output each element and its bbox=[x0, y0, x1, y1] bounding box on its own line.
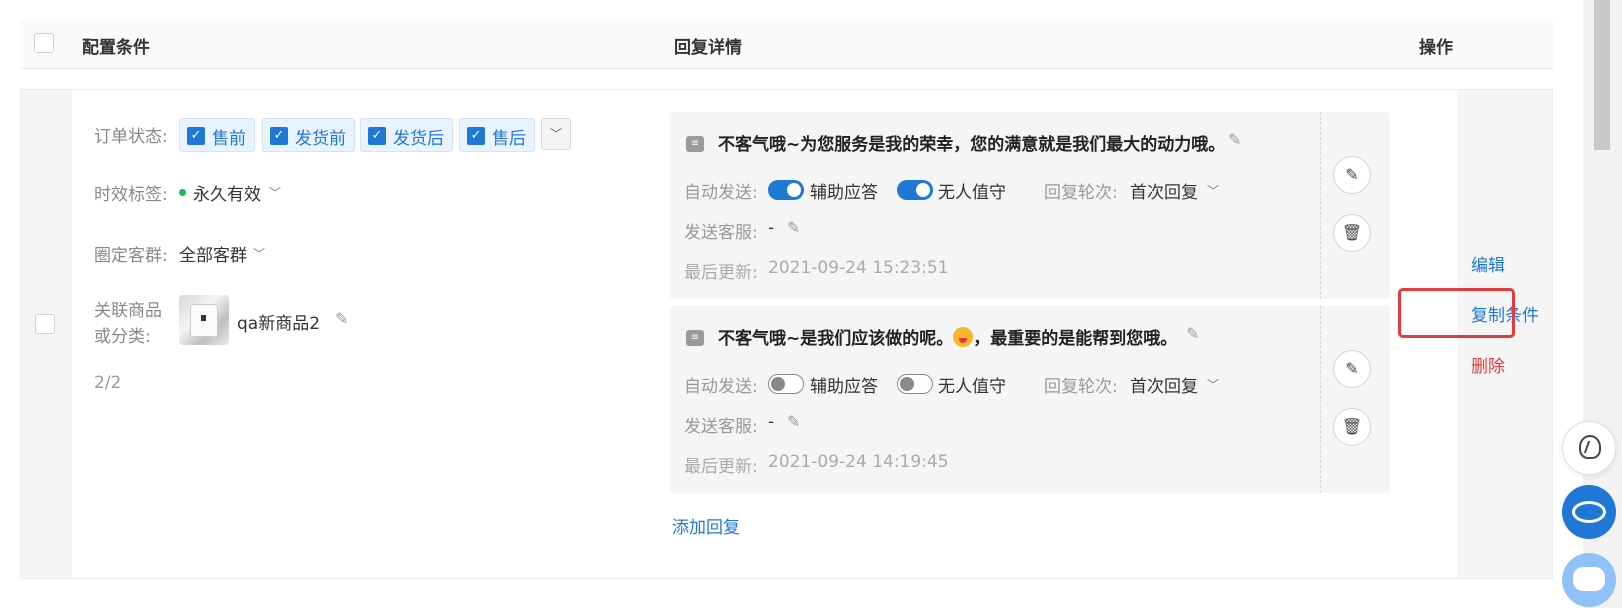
assist-toggle[interactable] bbox=[768, 374, 804, 394]
message-icon: ≡ bbox=[686, 136, 704, 152]
delete-reply-button[interactable]: 🗑 bbox=[1333, 408, 1371, 446]
order-tag-label: 售后 bbox=[492, 129, 526, 149]
order-tag-presale[interactable]: ✓ 售前 bbox=[179, 118, 255, 152]
product-label-line2: 或分类: bbox=[94, 327, 151, 347]
customer-group-value[interactable]: 全部客群 bbox=[179, 241, 247, 266]
auto-send-label: 自动发送: bbox=[684, 377, 758, 397]
order-status-label: 订单状态: bbox=[94, 127, 168, 147]
unmanned-label: 无人值守 bbox=[938, 377, 1006, 397]
pulse-icon bbox=[1572, 501, 1606, 523]
reply-message: 不客气哦~为您服务是我的荣幸，您的满意就是我们最大的动力哦。 bbox=[718, 135, 1226, 155]
last-updated-value: 2021-09-24 15:23:51 bbox=[768, 258, 949, 278]
last-updated-value: 2021-09-24 14:19:45 bbox=[768, 452, 949, 472]
unmanned-toggle[interactable] bbox=[897, 180, 933, 200]
order-tag-label: 发货后 bbox=[393, 129, 444, 149]
assist-toggle[interactable] bbox=[768, 180, 804, 200]
trash-icon: 🗑 bbox=[1341, 223, 1363, 242]
customer-group-label: 圈定客群: bbox=[94, 246, 168, 266]
check-icon: ✓ bbox=[187, 127, 205, 145]
order-tag-before-shipment[interactable]: ✓ 发货前 bbox=[262, 118, 355, 152]
message-icon: ≡ bbox=[686, 330, 704, 346]
unmanned-label: 无人值守 bbox=[938, 183, 1006, 203]
column-header-actions: 操作 bbox=[1419, 38, 1453, 58]
send-agent-value: - bbox=[768, 412, 775, 432]
assist-label: 辅助应答 bbox=[810, 183, 878, 203]
edit-reply-button[interactable]: ✎ bbox=[1333, 156, 1371, 194]
robot-assistant-button[interactable] bbox=[1562, 553, 1616, 607]
edit-reply-button[interactable]: ✎ bbox=[1333, 350, 1371, 388]
highlight-box bbox=[1398, 288, 1515, 338]
check-icon: ✓ bbox=[270, 127, 288, 145]
edit-pencil-icon[interactable]: ✎ bbox=[1186, 324, 1199, 343]
chevron-down-icon[interactable]: ﹀ bbox=[253, 245, 265, 262]
reply-rounds-label: 回复轮次: bbox=[1044, 377, 1118, 397]
chevron-down-icon[interactable]: ﹀ bbox=[1207, 182, 1219, 199]
reply-rounds-value[interactable]: 首次回复 bbox=[1130, 178, 1198, 203]
delete-reply-button[interactable]: 🗑 bbox=[1333, 214, 1371, 252]
divider bbox=[1320, 306, 1321, 493]
product-count: 2/2 bbox=[94, 373, 122, 393]
trash-icon: 🗑 bbox=[1341, 417, 1363, 436]
order-tag-label: 售前 bbox=[212, 129, 246, 149]
tips-lightbulb-button[interactable] bbox=[1562, 421, 1616, 475]
robot-icon bbox=[1573, 567, 1605, 591]
chevron-down-icon[interactable]: ﹀ bbox=[269, 184, 281, 201]
reply-message: 不客气哦~是我们应该做的呢。 ，最重要的是能帮到您哦。 bbox=[718, 327, 1178, 349]
status-dot-icon bbox=[179, 189, 186, 196]
order-tag-after-shipment[interactable]: ✓ 发货后 bbox=[360, 118, 453, 152]
chevron-down-icon[interactable]: ﹀ bbox=[1207, 376, 1219, 393]
send-agent-value: - bbox=[768, 218, 775, 238]
expand-tags-button[interactable]: ﹀ bbox=[541, 118, 571, 150]
product-label-line1: 关联商品 bbox=[94, 301, 162, 321]
product-thumbnail bbox=[179, 295, 229, 345]
product-name: qa新商品2 bbox=[237, 314, 321, 334]
send-agent-label: 发送客服: bbox=[684, 417, 758, 437]
row-checkbox[interactable] bbox=[35, 314, 55, 334]
last-updated-label: 最后更新: bbox=[684, 457, 758, 477]
reply-card: ≡ 不客气哦~为您服务是我的荣幸，您的满意就是我们最大的动力哦。 ✎ 自动发送:… bbox=[670, 112, 1390, 299]
last-updated-label: 最后更新: bbox=[684, 263, 758, 283]
auto-send-label: 自动发送: bbox=[684, 183, 758, 203]
validity-label: 时效标签: bbox=[94, 185, 168, 205]
order-tag-aftersale[interactable]: ✓ 售后 bbox=[459, 118, 535, 152]
pencil-icon: ✎ bbox=[1345, 359, 1359, 378]
scrollbar-thumb[interactable] bbox=[1594, 0, 1610, 150]
table-header: 配置条件 回复详情 操作 bbox=[20, 19, 1553, 69]
edit-pencil-icon[interactable]: ✎ bbox=[1228, 130, 1241, 149]
edit-pencil-icon[interactable]: ✎ bbox=[335, 309, 348, 328]
add-reply-link[interactable]: 添加回复 bbox=[672, 513, 740, 538]
divider bbox=[1320, 112, 1321, 299]
delete-link[interactable]: 删除 bbox=[1471, 352, 1505, 377]
unmanned-toggle[interactable] bbox=[897, 374, 933, 394]
tongue-out-emoji-icon bbox=[953, 327, 974, 347]
edit-pencil-icon[interactable]: ✎ bbox=[787, 412, 800, 431]
reply-rounds-label: 回复轮次: bbox=[1044, 183, 1118, 203]
reply-rounds-value[interactable]: 首次回复 bbox=[1130, 372, 1198, 397]
column-header-reply: 回复详情 bbox=[674, 38, 742, 58]
chevron-down-icon: ﹀ bbox=[549, 127, 562, 141]
check-icon: ✓ bbox=[368, 127, 386, 145]
column-header-config: 配置条件 bbox=[82, 38, 150, 58]
monitor-pulse-button[interactable] bbox=[1562, 485, 1616, 539]
validity-value[interactable]: 永久有效 bbox=[193, 180, 261, 205]
pencil-icon: ✎ bbox=[1345, 165, 1359, 184]
select-all-checkbox[interactable] bbox=[34, 33, 54, 53]
check-icon: ✓ bbox=[467, 127, 485, 145]
send-agent-label: 发送客服: bbox=[684, 223, 758, 243]
lightbulb-icon bbox=[1579, 435, 1601, 459]
assist-label: 辅助应答 bbox=[810, 377, 878, 397]
edit-link[interactable]: 编辑 bbox=[1471, 251, 1505, 276]
order-tag-label: 发货前 bbox=[295, 129, 346, 149]
reply-card: ≡ 不客气哦~是我们应该做的呢。 ，最重要的是能帮到您哦。 ✎ 自动发送: 辅助应… bbox=[670, 306, 1390, 493]
edit-pencil-icon[interactable]: ✎ bbox=[787, 218, 800, 237]
